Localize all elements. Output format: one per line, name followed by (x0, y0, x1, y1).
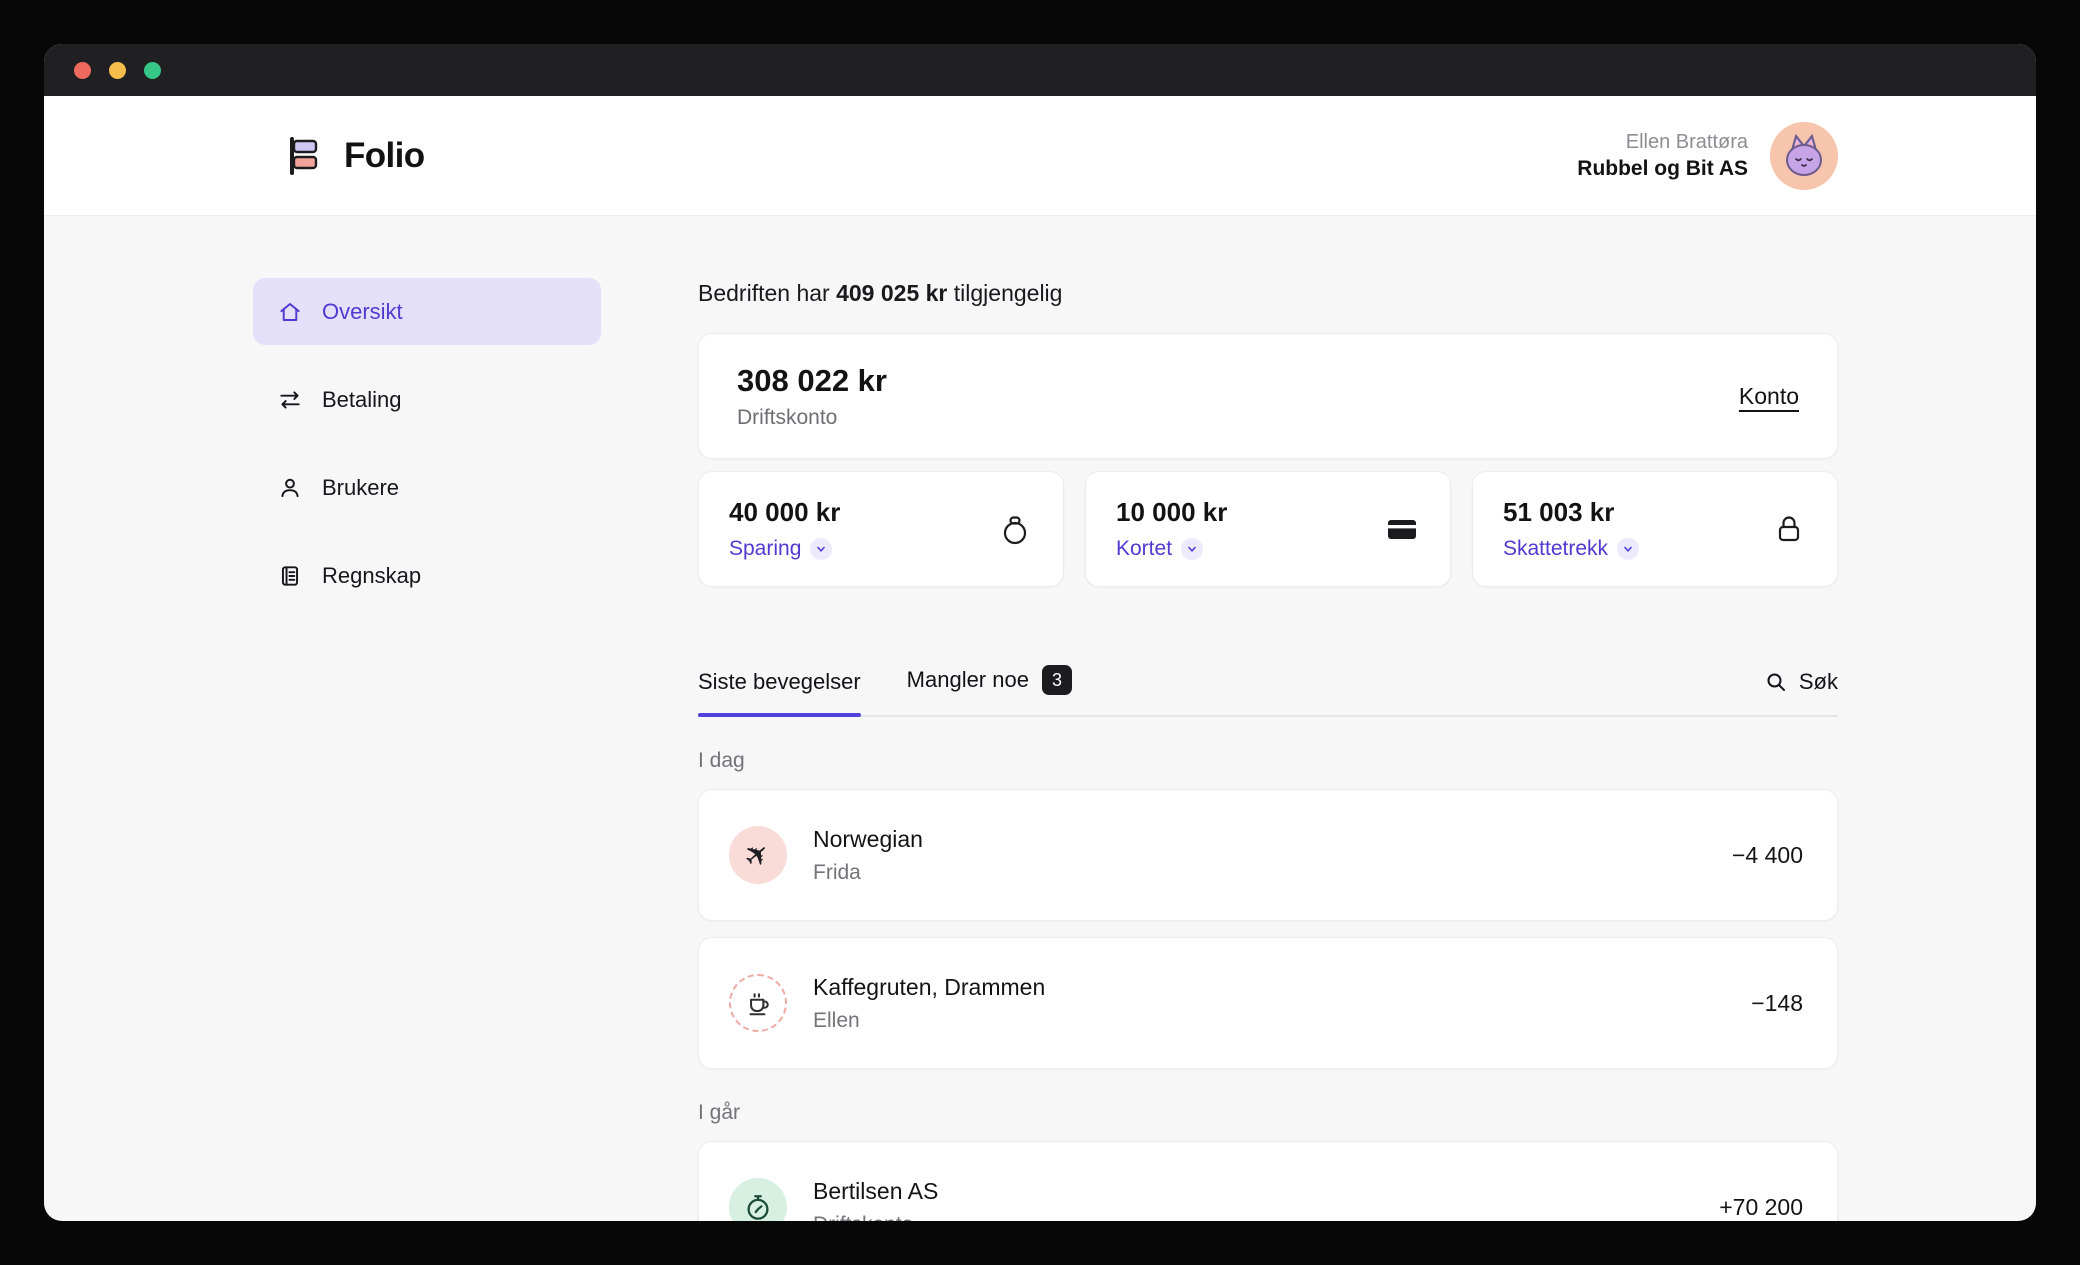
airplane-icon: ✈ (729, 826, 787, 884)
coffee-icon (729, 974, 787, 1032)
sub-account-label: Sparing (729, 537, 801, 561)
section-label-today: I dag (698, 749, 1838, 773)
card-icon (1384, 511, 1420, 547)
sidebar-item-regnskap[interactable]: Regnskap (253, 542, 601, 609)
transaction-row-kaffegruten[interactable]: Kaffegruten, Drammen Ellen −148 (698, 937, 1838, 1069)
search-button[interactable]: Søk (1764, 669, 1838, 715)
chevron-down-icon (1617, 538, 1639, 560)
tab-label: Mangler noe (907, 667, 1029, 693)
primary-account-card: 308 022 kr Driftskonto Konto (698, 333, 1838, 459)
transactions-tabbar: Siste bevegelser Mangler noe 3 Søk (698, 659, 1838, 717)
available-amount: 409 025 kr (836, 280, 947, 306)
transaction-subtitle: Driftskonto (813, 1213, 938, 1222)
transaction-row-bertilsen[interactable]: Bertilsen AS Driftskonto +70 200 (698, 1141, 1838, 1221)
sidebar-item-oversikt[interactable]: Oversikt (253, 278, 601, 345)
sidebar-item-brukere[interactable]: Brukere (253, 454, 601, 521)
sub-account-card-sparing: 40 000 kr Sparing (698, 471, 1064, 587)
sub-account-amount: 51 003 kr (1503, 497, 1639, 528)
primary-account-name: Driftskonto (737, 406, 887, 430)
stopwatch-icon (729, 1178, 787, 1221)
search-icon (1764, 670, 1788, 694)
tab-siste-bevegelser[interactable]: Siste bevegelser (698, 669, 861, 715)
transaction-amount: +70 200 (1719, 1194, 1803, 1221)
konto-link[interactable]: Konto (1739, 383, 1799, 410)
sub-account-label: Kortet (1116, 537, 1172, 561)
lock-icon (1771, 511, 1807, 547)
transaction-amount: −4 400 (1732, 842, 1803, 869)
ledger-icon (277, 563, 303, 589)
main-content: Bedriften har 409 025 kr tilgjengelig 30… (698, 216, 1838, 1221)
account-meta: Ellen Brattøra Rubbel og Bit AS (1577, 131, 1748, 181)
transaction-name: Bertilsen AS (813, 1178, 938, 1205)
app-window: Folio Ellen Brattøra Rubbel og Bit AS (44, 44, 2036, 1221)
cat-avatar-icon (1778, 130, 1830, 182)
transaction-amount: −148 (1751, 990, 1803, 1017)
transaction-name: Norwegian (813, 826, 923, 853)
app-name: Folio (344, 136, 425, 176)
chevron-down-icon (1181, 538, 1203, 560)
transaction-name: Kaffegruten, Drammen (813, 974, 1045, 1001)
section-label-yesterday: I går (698, 1101, 1838, 1125)
tab-mangler-noe[interactable]: Mangler noe 3 (907, 665, 1072, 715)
company-name: Rubbel og Bit AS (1577, 157, 1748, 181)
app-header: Folio Ellen Brattøra Rubbel og Bit AS (44, 96, 2036, 216)
tab-label: Siste bevegelser (698, 669, 861, 695)
transaction-subtitle: Ellen (813, 1009, 1045, 1033)
sub-account-amount: 10 000 kr (1116, 497, 1227, 528)
app-logo: Folio (282, 134, 425, 178)
folio-logo-icon (282, 134, 326, 178)
user-icon (277, 475, 303, 501)
transaction-row-norwegian[interactable]: ✈ Norwegian Frida −4 400 (698, 789, 1838, 921)
purse-icon (997, 511, 1033, 547)
sidebar-item-label: Regnskap (322, 563, 421, 589)
titlebar (44, 44, 2036, 96)
sub-account-card-skattetrekk: 51 003 kr Skattetrekk (1472, 471, 1838, 587)
user-name: Ellen Brattøra (1577, 131, 1748, 154)
primary-account-amount: 308 022 kr (737, 363, 887, 399)
sub-account-label: Skattetrekk (1503, 537, 1608, 561)
sub-account-amount: 40 000 kr (729, 497, 840, 528)
close-button[interactable] (74, 62, 91, 79)
home-icon (277, 299, 303, 325)
avatar[interactable] (1770, 122, 1838, 190)
available-balance-headline: Bedriften har 409 025 kr tilgjengelig (698, 280, 1838, 307)
transaction-subtitle: Frida (813, 861, 923, 885)
sidebar-item-label: Oversikt (322, 299, 403, 325)
transfer-icon (277, 387, 303, 413)
sidebar: Oversikt Betaling Bruker (253, 278, 601, 630)
sparing-dropdown[interactable]: Sparing (729, 537, 840, 561)
sidebar-item-label: Betaling (322, 387, 402, 413)
skattetrekk-dropdown[interactable]: Skattetrekk (1503, 537, 1639, 561)
zoom-button[interactable] (144, 62, 161, 79)
minimize-button[interactable] (109, 62, 126, 79)
sidebar-item-label: Brukere (322, 475, 399, 501)
chevron-down-icon (810, 538, 832, 560)
search-label: Søk (1799, 669, 1838, 695)
kortet-dropdown[interactable]: Kortet (1116, 537, 1227, 561)
sidebar-item-betaling[interactable]: Betaling (253, 366, 601, 433)
sub-account-card-kortet: 10 000 kr Kortet (1085, 471, 1451, 587)
tab-badge: 3 (1042, 665, 1072, 695)
